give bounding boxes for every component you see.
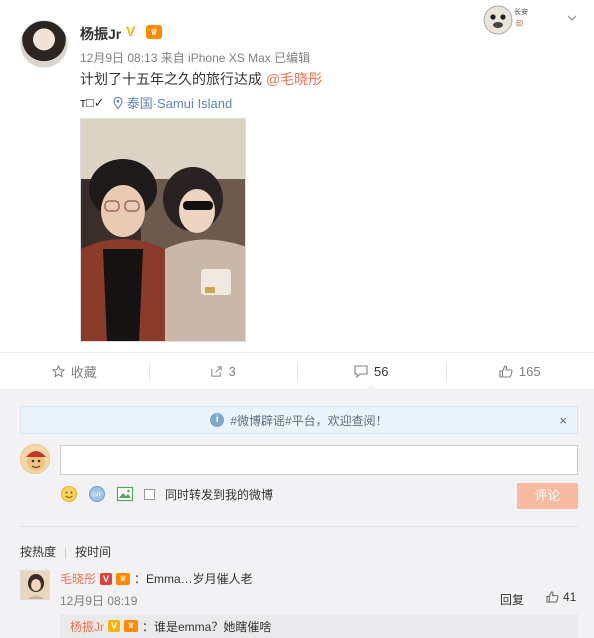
- emoji-icon[interactable]: [60, 485, 78, 503]
- star-icon: [51, 364, 65, 378]
- weibo-post: 杨振Jr V ♛ 12月9日 08:13 来自 iPhone XS Max 已编…: [0, 0, 594, 352]
- sub-reply-text: ：谁是emma？她瞎催啥: [142, 619, 272, 634]
- comment-tools: GIF 同时转发到我的微博: [60, 484, 273, 504]
- submit-comment-button[interactable]: 评论: [517, 483, 578, 509]
- sort-tabs: 按热度 | 按时间: [20, 543, 111, 560]
- close-icon[interactable]: ×: [559, 413, 567, 428]
- favorite-label: 收藏: [70, 364, 97, 380]
- comment-like-count: 41: [563, 590, 577, 604]
- member-badge-icon: ♛: [116, 572, 131, 585]
- sub-reply-user[interactable]: 杨振Jr: [70, 618, 104, 635]
- verified-icon: V: [126, 23, 136, 39]
- share-icon: [210, 365, 222, 377]
- thumbs-up-icon: [499, 364, 513, 378]
- info-icon: i: [210, 413, 225, 427]
- post-photo[interactable]: [80, 118, 246, 342]
- chevron-down-icon[interactable]: [566, 12, 580, 26]
- location-link[interactable]: 泰国·Samui Island: [113, 93, 232, 112]
- thumbs-up-icon: [546, 591, 559, 603]
- post-meta: 12月9日 08:13 来自 iPhone XS Max 已编辑: [80, 51, 311, 65]
- author-avatar[interactable]: [20, 20, 68, 68]
- sub-reply: 杨振Jr V ♛ ：谁是emma？她瞎催啥: [60, 614, 578, 638]
- like-count: 165: [518, 363, 541, 379]
- comment-like-button[interactable]: 41: [546, 590, 576, 604]
- location-row: т□✓ 泰国·Samui Island: [80, 93, 232, 112]
- post-prefix: т□✓: [80, 94, 105, 110]
- comment-item: 毛晓彤 V ♛ ：Emma…岁月催人老: [60, 570, 253, 587]
- sort-by-time-tab[interactable]: 按时间: [75, 543, 111, 560]
- member-badge-icon: ♛: [124, 620, 138, 632]
- reply-button[interactable]: 回复: [500, 591, 524, 608]
- photo-image: [81, 119, 245, 341]
- my-avatar: [20, 444, 50, 474]
- share-count: 3: [228, 363, 236, 379]
- mention-link[interactable]: @毛晓彤: [266, 71, 322, 87]
- comment-count: 56: [374, 363, 389, 379]
- svg-text:GIF: GIF: [92, 492, 102, 499]
- post-text-body: 计划了十五年之久的旅行达成: [80, 71, 266, 87]
- sync-checkbox[interactable]: [144, 488, 155, 500]
- favorite-button[interactable]: 收藏: [0, 353, 149, 389]
- location-label: 泰国·Samui Island: [126, 96, 233, 111]
- location-pin-icon: [113, 96, 123, 109]
- divider: [20, 526, 578, 527]
- gif-icon[interactable]: GIF: [88, 485, 106, 503]
- sort-separator: |: [64, 544, 68, 559]
- member-badge-icon: ♛: [146, 25, 162, 39]
- svg-text:印: 印: [516, 20, 523, 28]
- share-button[interactable]: 3: [148, 353, 298, 389]
- sticker-dog-icon: 长安 印: [483, 5, 528, 35]
- comment-icon: [354, 364, 368, 378]
- post-text: 计划了十五年之久的旅行达成 @毛晓彤: [80, 69, 322, 89]
- like-button[interactable]: 165: [445, 353, 594, 389]
- rumor-notice: i #微博辟谣#平台，欢迎查阅！ ×: [20, 406, 578, 434]
- image-icon[interactable]: [116, 485, 134, 503]
- comment-text: ：Emma…岁月催人老: [134, 572, 253, 586]
- commenter-avatar[interactable]: [20, 570, 50, 600]
- comment-button[interactable]: 56: [297, 353, 446, 390]
- svg-text:长安: 长安: [514, 7, 528, 16]
- comment-input[interactable]: [60, 445, 578, 475]
- commenter-name[interactable]: 毛晓彤: [60, 570, 96, 587]
- author-name[interactable]: 杨振Jr: [80, 24, 121, 44]
- comment-panel: i #微博辟谣#平台，欢迎查阅！ × GIF 同时转发到我的微博 评论 按热度 …: [0, 390, 594, 638]
- sync-label: 同时转发到我的微博: [165, 487, 274, 502]
- comment-time: 12月9日 08:19: [60, 594, 138, 608]
- sort-by-hot-tab[interactable]: 按热度: [20, 543, 56, 560]
- post-action-bar: 收藏 3 56 165: [0, 352, 594, 390]
- verified-icon: V: [108, 620, 120, 632]
- notice-text[interactable]: #微博辟谣#平台，欢迎查阅！: [230, 412, 387, 429]
- verified-icon: V: [100, 572, 113, 585]
